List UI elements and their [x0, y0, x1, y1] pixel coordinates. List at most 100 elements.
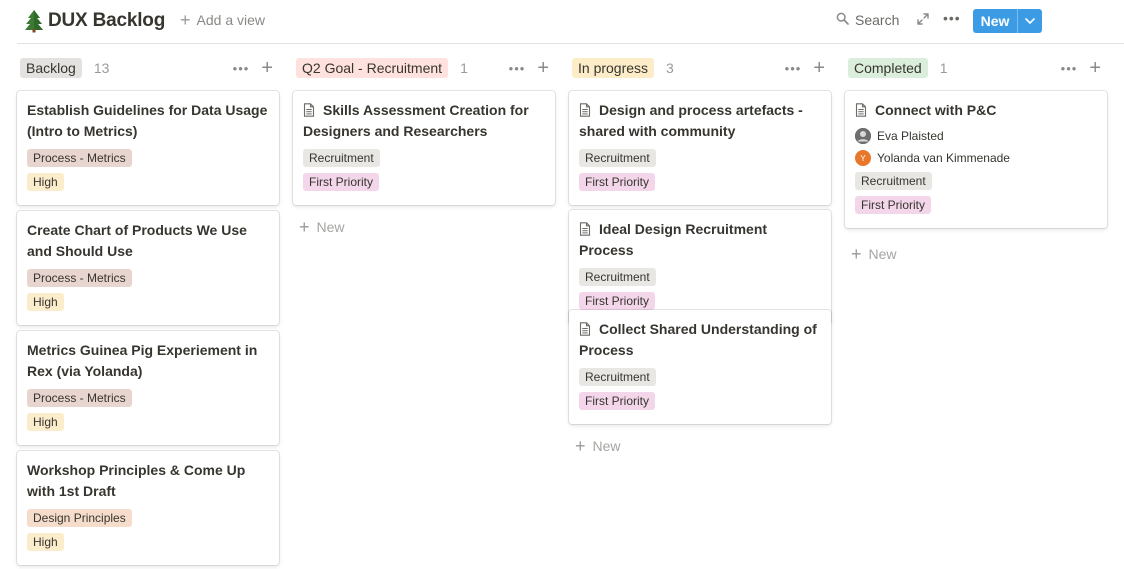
tag-row: Design Principles [27, 509, 269, 533]
tag-badge: High [27, 293, 64, 311]
new-card-button[interactable]: + New [575, 436, 621, 456]
column-header: Completed 1 ••• + [845, 56, 1107, 80]
search-button[interactable]: Search [836, 12, 899, 28]
tag-badge: High [27, 173, 64, 191]
board-card[interactable]: Design and process artefacts - shared wi… [569, 91, 831, 205]
board-card[interactable]: Skills Assessment Creation for Designers… [293, 91, 555, 205]
add-view-button[interactable]: + Add a view [180, 10, 265, 30]
column-count: 3 [666, 60, 674, 76]
card-title: Create Chart of Products We Use and Shou… [27, 220, 269, 262]
new-button[interactable]: New [973, 9, 1042, 33]
column-actions: ••• + [1061, 56, 1101, 80]
chevron-down-icon[interactable] [1018, 9, 1042, 33]
tag-row: First Priority [579, 392, 821, 416]
tag-row: First Priority [855, 196, 1097, 220]
card-title: Workshop Principles & Come Up with 1st D… [27, 460, 269, 502]
tag-badge: Process - Metrics [27, 149, 132, 167]
tag-row: Process - Metrics [27, 269, 269, 293]
board-column: Q2 Goal - Recruitment 1 ••• + Skills Assessm… [293, 56, 555, 566]
card-title: Skills Assessment Creation for Designers… [303, 100, 545, 142]
column-header: In progress 3 ••• + [569, 56, 831, 80]
tag-badge: First Priority [855, 196, 931, 214]
tag-row: First Priority [579, 173, 821, 197]
card-title-text: Ideal Design Recruitment Process [579, 221, 768, 258]
status-label[interactable]: In progress [572, 58, 655, 78]
tag-row: Recruitment [855, 172, 1097, 196]
more-options-icon[interactable]: ••• [1061, 61, 1078, 76]
card-title-text: Create Chart of Products We Use and Shou… [27, 222, 247, 259]
person-name: Eva Plaisted [877, 129, 944, 143]
tag-badge: First Priority [579, 173, 655, 191]
top-bar: DUX Backlog + Add a view Search ••• New [0, 0, 1124, 44]
board-card[interactable]: Workshop Principles & Come Up with 1st D… [17, 451, 279, 565]
tag-badge: Recruitment [579, 268, 656, 286]
board-column: Backlog 13 ••• + Establish Guidelines for Da… [17, 56, 279, 566]
board-card[interactable]: Metrics Guinea Pig Experiement in Rex (v… [17, 331, 279, 445]
tag-badge: First Priority [579, 292, 655, 310]
status-label[interactable]: Q2 Goal - Recruitment [296, 58, 449, 78]
tag-row: High [27, 413, 269, 437]
expand-icon[interactable] [916, 12, 930, 26]
more-options-icon[interactable]: ••• [943, 10, 961, 26]
new-card-label: New [868, 246, 897, 262]
new-card-button[interactable]: + New [299, 217, 345, 237]
page-title-group: DUX Backlog [24, 9, 165, 33]
board-card[interactable]: Establish Guidelines for Data Usage (Int… [17, 91, 279, 205]
card-title: Establish Guidelines for Data Usage (Int… [27, 100, 269, 142]
avatar [855, 128, 871, 144]
search-label: Search [855, 12, 900, 28]
tag-badge: Recruitment [579, 368, 656, 386]
plus-icon[interactable]: + [1089, 58, 1101, 78]
tag-badge: Process - Metrics [27, 389, 132, 407]
plus-icon: + [851, 244, 862, 264]
plus-icon[interactable]: + [537, 58, 549, 78]
plus-icon: + [575, 436, 586, 456]
card-title: Design and process artefacts - shared wi… [579, 100, 821, 142]
card-title: Connect with P&C [855, 100, 1097, 121]
status-label[interactable]: Backlog [20, 58, 82, 78]
tree-icon [24, 9, 44, 33]
card-title-text: Metrics Guinea Pig Experiement in Rex (v… [27, 342, 258, 379]
plus-icon: + [180, 10, 191, 30]
more-options-icon[interactable]: ••• [785, 61, 802, 76]
board-column: Completed 1 ••• + Connect with P&C Eva Plaist… [845, 56, 1107, 566]
column-actions: ••• + [509, 56, 549, 80]
column-count: 1 [939, 60, 948, 76]
new-button-label: New [973, 9, 1018, 33]
tag-badge: Design Principles [27, 509, 132, 527]
card-title-text: Collect Shared Understanding of Process [579, 321, 817, 358]
board-card[interactable]: Ideal Design Recruitment Process Recruitm… [569, 210, 831, 324]
more-options-icon[interactable]: ••• [509, 61, 526, 76]
card-title-text: Connect with P&C [875, 102, 997, 118]
plus-icon[interactable]: + [813, 58, 825, 78]
board-card[interactable]: Create Chart of Products We Use and Shou… [17, 211, 279, 325]
add-view-label: Add a view [196, 12, 265, 28]
plus-icon[interactable]: + [261, 58, 273, 78]
column-header: Backlog 13 ••• + [17, 56, 279, 80]
new-card-label: New [316, 219, 345, 235]
tag-row: Recruitment [579, 268, 821, 292]
status-label[interactable]: Completed [848, 58, 928, 78]
column-actions: ••• + [233, 56, 273, 80]
tag-badge: Recruitment [855, 172, 932, 190]
header-divider [17, 43, 1124, 44]
board-card[interactable]: Collect Shared Understanding of Process R… [569, 310, 831, 424]
person-row: Y Yolanda van Kimmenade [855, 150, 1097, 166]
plus-icon: + [299, 217, 310, 237]
avatar: Y [855, 150, 871, 166]
tag-row: Process - Metrics [27, 389, 269, 413]
card-title-text: Workshop Principles & Come Up with 1st D… [27, 462, 246, 499]
card-title: Metrics Guinea Pig Experiement in Rex (v… [27, 340, 269, 382]
column-count: 13 [93, 60, 110, 76]
column-count: 1 [460, 60, 468, 76]
tag-badge: Recruitment [579, 149, 656, 167]
new-card-button[interactable]: + New [851, 244, 897, 264]
board-card[interactable]: Connect with P&C Eva Plaisted Y Yolanda van… [845, 91, 1107, 228]
tag-badge: High [27, 533, 64, 551]
person-row: Eva Plaisted [855, 128, 1097, 144]
more-options-icon[interactable]: ••• [233, 61, 250, 76]
page-title: DUX Backlog [48, 10, 166, 31]
tag-row: Recruitment [303, 149, 545, 173]
page-icon [579, 221, 591, 236]
page-icon [579, 102, 591, 117]
